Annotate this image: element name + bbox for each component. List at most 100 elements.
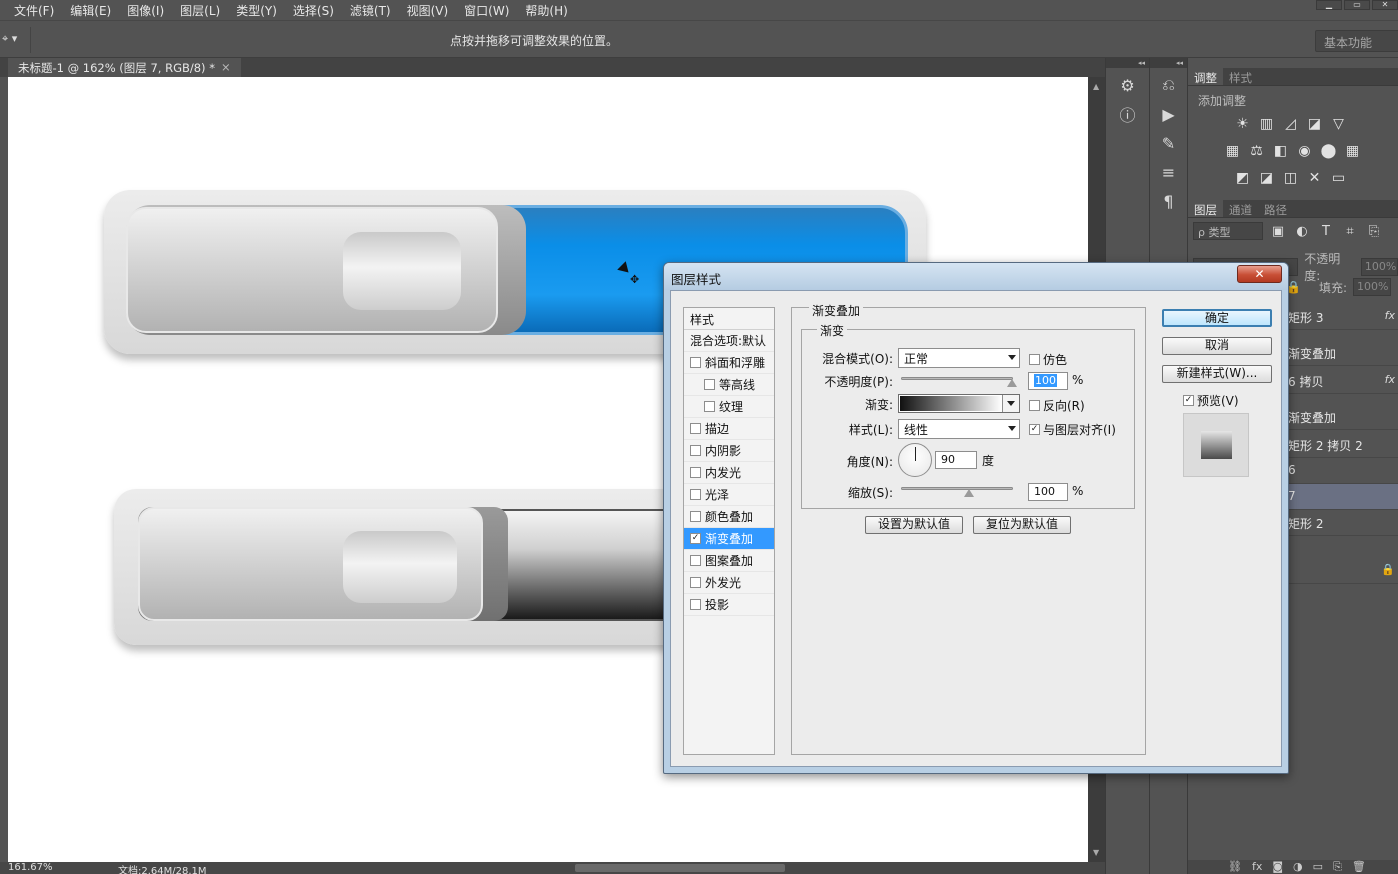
style-checkbox[interactable] [690, 423, 701, 434]
menu-item-6[interactable]: 滤镜(T) [350, 2, 391, 19]
reverse-option[interactable]: 反向(R) [1029, 397, 1085, 414]
history-brush-icon[interactable]: ⎌ [1154, 73, 1184, 97]
dialog-close-button[interactable]: ✕ [1237, 265, 1282, 283]
layer-fx-icon[interactable]: fx [1385, 309, 1395, 322]
minimize-button[interactable]: ▁ [1316, 0, 1342, 10]
tool-preset-picker[interactable]: ⌖ ▾ [2, 32, 24, 48]
layer-fill-field[interactable]: 100% [1353, 278, 1392, 296]
cancel-button[interactable]: 取消 [1162, 337, 1272, 355]
restore-button[interactable]: ▭ [1344, 0, 1370, 10]
selective-color-icon[interactable]: ✕ [1306, 170, 1323, 187]
menu-item-7[interactable]: 视图(V) [407, 2, 449, 19]
gradient-picker[interactable] [898, 394, 1020, 413]
menu-item-3[interactable]: 图层(L) [180, 2, 220, 19]
gradient-style-select[interactable]: 线性 [898, 419, 1020, 439]
collapse-strip-icon[interactable]: ◂◂ [1106, 58, 1149, 68]
invert-icon[interactable]: ◩ [1234, 170, 1251, 187]
style-stroke[interactable]: 描边 [684, 418, 774, 440]
style-checkbox[interactable] [690, 555, 701, 566]
menu-item-2[interactable]: 图像(I) [127, 2, 164, 19]
filter-adjustment-icon[interactable]: ◐ [1293, 224, 1311, 239]
menu-item-1[interactable]: 编辑(E) [70, 2, 111, 19]
angle-dial[interactable] [898, 443, 932, 477]
document-tab[interactable]: 未标题-1 @ 162% (图层 7, RGB/8) * × [8, 58, 241, 77]
scroll-down-icon[interactable]: ▼ [1093, 848, 1099, 857]
preview-checkbox[interactable]: ✓ [1183, 395, 1194, 406]
document-size-readout[interactable]: 文档:2.64M/28.1M [118, 862, 207, 874]
blend-mode-select[interactable]: 正常 [898, 348, 1020, 368]
actions-play-icon[interactable]: ▶ [1154, 102, 1184, 126]
style-checkbox[interactable] [690, 577, 701, 588]
scale-field[interactable]: 100 [1028, 483, 1068, 501]
tool-presets-icon[interactable]: ✎ [1154, 131, 1184, 155]
style-gradient-overlay[interactable]: ✓ 渐变叠加 [684, 528, 774, 550]
curves-icon[interactable]: ◿ [1282, 116, 1299, 133]
style-satin[interactable]: 光泽 [684, 484, 774, 506]
gradient-preview-bar[interactable] [900, 396, 1002, 411]
opacity-field[interactable]: 100 [1028, 372, 1068, 390]
brush-settings-icon[interactable]: ≡ [1154, 160, 1184, 184]
history-panel-icon[interactable]: ⚙ [1113, 73, 1143, 97]
levels-icon[interactable]: ▥ [1258, 116, 1275, 133]
style-checkbox[interactable] [690, 467, 701, 478]
scroll-up-icon[interactable]: ▲ [1093, 82, 1099, 91]
align-with-layer-option[interactable]: ✓ 与图层对齐(I) [1029, 421, 1116, 438]
new-group-icon[interactable]: ▭ [1313, 860, 1323, 874]
style-checkbox[interactable] [690, 599, 701, 610]
close-tab-icon[interactable]: × [221, 60, 231, 75]
color-lookup-icon[interactable]: ▦ [1344, 143, 1361, 160]
close-window-button[interactable]: ✕ [1372, 0, 1398, 10]
vibrance-icon[interactable]: ▽ [1330, 116, 1347, 133]
dither-checkbox[interactable] [1029, 354, 1040, 365]
style-checkbox[interactable] [690, 489, 701, 500]
style-texture[interactable]: 纹理 [684, 396, 774, 418]
tab-styles[interactable]: 样式 [1223, 68, 1258, 85]
brightness-icon[interactable]: ☀ [1234, 116, 1251, 133]
menu-item-0[interactable]: 文件(F) [14, 2, 54, 19]
style-bevel-emboss[interactable]: 斜面和浮雕 [684, 352, 774, 374]
scale-slider[interactable] [901, 487, 1013, 490]
delete-layer-icon[interactable]: 🗑 [1352, 860, 1366, 874]
ok-button[interactable]: 确定 [1162, 309, 1272, 327]
filter-shape-icon[interactable]: ⌗ [1341, 224, 1359, 239]
style-blending-options[interactable]: 混合选项:默认 [684, 330, 774, 352]
styles-list-header[interactable]: 样式 [684, 308, 774, 330]
tab-paths[interactable]: 路径 [1258, 200, 1293, 217]
style-checkbox[interactable] [690, 445, 701, 456]
opacity-slider[interactable] [901, 377, 1013, 380]
menu-item-4[interactable]: 类型(Y) [236, 2, 277, 19]
tab-channels[interactable]: 通道 [1223, 200, 1258, 217]
menu-item-5[interactable]: 选择(S) [293, 2, 334, 19]
horizontal-scrollbar-thumb[interactable] [575, 864, 785, 872]
add-mask-icon[interactable]: ◙ [1272, 860, 1283, 874]
collapse-strip-icon-2[interactable]: ◂◂ [1150, 58, 1187, 68]
photo-filter-icon[interactable]: ◉ [1296, 143, 1313, 160]
gradient-map-icon[interactable]: ▭ [1330, 170, 1347, 187]
dither-option[interactable]: 仿色 [1029, 351, 1067, 368]
filter-pixel-icon[interactable]: ▣ [1269, 224, 1287, 239]
style-outer-glow[interactable]: 外发光 [684, 572, 774, 594]
layer-fx-icon[interactable]: fx [1385, 373, 1395, 386]
style-checkbox[interactable] [704, 401, 715, 412]
new-layer-icon[interactable]: ⎘ [1333, 860, 1342, 874]
color-balance-icon[interactable]: ⚖ [1248, 143, 1265, 160]
info-panel-icon[interactable]: ⓘ [1113, 102, 1143, 126]
opacity-slider-thumb[interactable] [1007, 379, 1017, 387]
style-checkbox[interactable] [704, 379, 715, 390]
new-adjustment-icon[interactable]: ◑ [1293, 860, 1303, 874]
new-style-button[interactable]: 新建样式(W)... [1162, 365, 1272, 383]
black-white-icon[interactable]: ◧ [1272, 143, 1289, 160]
filter-type-icon[interactable]: T [1317, 224, 1335, 239]
style-color-overlay[interactable]: 颜色叠加 [684, 506, 774, 528]
scale-slider-thumb[interactable] [964, 489, 974, 497]
add-style-icon[interactable]: fx [1252, 860, 1262, 874]
style-checkbox[interactable] [690, 511, 701, 522]
menu-item-8[interactable]: 窗口(W) [464, 2, 509, 19]
angle-field[interactable]: 90 [935, 451, 977, 469]
paragraph-icon[interactable]: ¶ [1154, 189, 1184, 213]
style-inner-glow[interactable]: 内发光 [684, 462, 774, 484]
filter-smart-icon[interactable]: ⎘ [1365, 224, 1383, 239]
threshold-icon[interactable]: ◫ [1282, 170, 1299, 187]
reverse-checkbox[interactable] [1029, 400, 1040, 411]
style-checkbox-checked[interactable]: ✓ [690, 533, 701, 544]
